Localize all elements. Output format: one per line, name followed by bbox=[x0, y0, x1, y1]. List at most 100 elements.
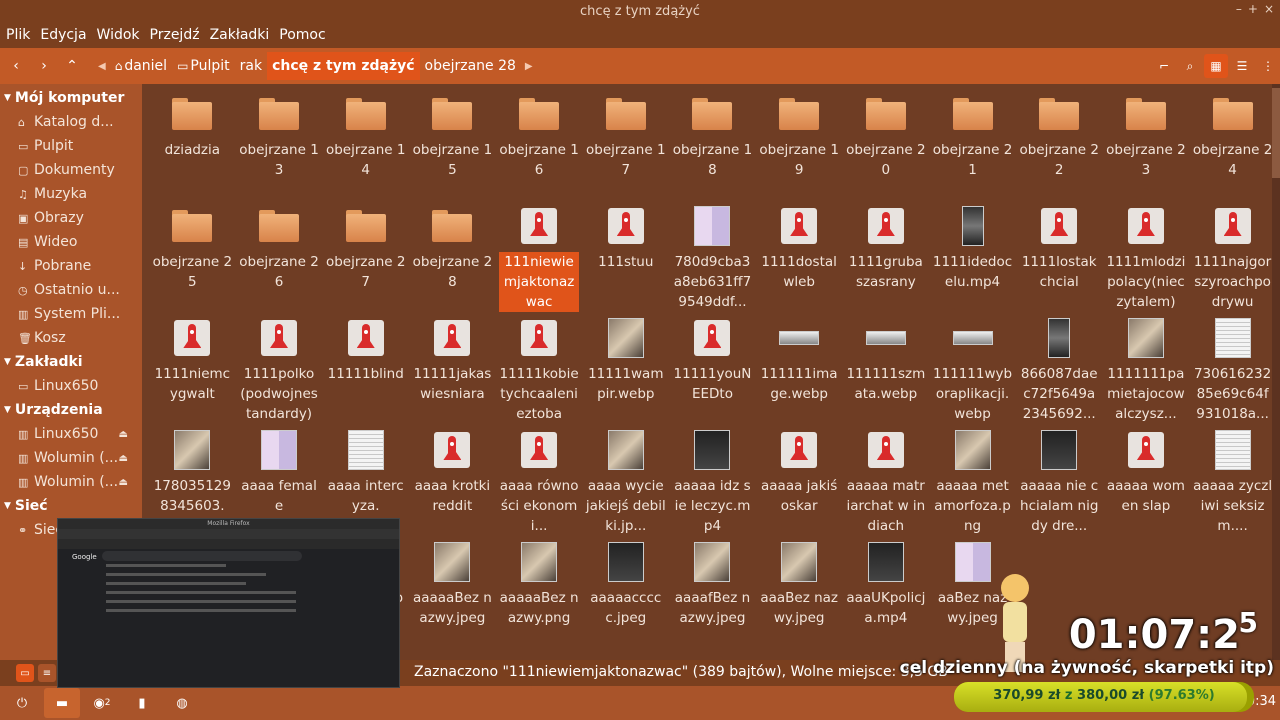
file-item[interactable]: 1111mlodzipolacy(nieczytalem) bbox=[1103, 202, 1190, 314]
file-item[interactable]: 111111image.webp bbox=[756, 314, 843, 426]
location-toggle-button[interactable]: ⌐ bbox=[1152, 54, 1176, 78]
sidebar-item-documents[interactable]: ▢ Dokumenty bbox=[0, 158, 142, 182]
folder-item[interactable]: obejrzane 17 bbox=[582, 90, 669, 202]
menu-button[interactable]: ⏻ bbox=[4, 688, 40, 718]
file-item[interactable]: aaaaa nie chcialam nigdy dre... bbox=[1016, 426, 1103, 538]
icon-view-button[interactable]: ▦ bbox=[1204, 54, 1228, 78]
menu-bookmarks[interactable]: Zakładki bbox=[210, 27, 270, 43]
file-item[interactable]: aaaBez nazwy.jpeg bbox=[756, 538, 843, 650]
breadcrumb-home[interactable]: ⌂ daniel bbox=[110, 52, 172, 80]
folder-item[interactable]: obejrzane 27 bbox=[322, 202, 409, 314]
file-item[interactable]: aaaa równości ekonomi... bbox=[496, 426, 583, 538]
sidebar-section-network[interactable]: ▼ Sieć bbox=[0, 494, 142, 518]
menu-help[interactable]: Pomoc bbox=[279, 27, 325, 43]
taskbar-obs[interactable]: ◍ bbox=[164, 688, 200, 718]
file-item[interactable]: 1111najgorszyroachpodrywu bbox=[1189, 202, 1276, 314]
forward-button[interactable]: › bbox=[32, 54, 56, 78]
file-item[interactable]: 1111niemcygwalt bbox=[149, 314, 236, 426]
file-item[interactable]: 11111youNEEDto bbox=[669, 314, 756, 426]
sidebar-item-downloads[interactable]: ↓ Pobrane bbox=[0, 254, 142, 278]
folder-item[interactable]: obejrzane 26 bbox=[236, 202, 323, 314]
sidebar-item-home[interactable]: ⌂ Katalog d... bbox=[0, 110, 142, 134]
file-item[interactable]: aaaaa zyczliwi seksizm.... bbox=[1189, 426, 1276, 538]
file-item[interactable]: 73061623285e69c64f931018a... bbox=[1189, 314, 1276, 426]
sidebar-item-device-linux650[interactable]: ▥ Linux650 ⏏ bbox=[0, 422, 142, 446]
sidebar-item-desktop[interactable]: ▭ Pulpit bbox=[0, 134, 142, 158]
sidebar-item-filesystem[interactable]: ▥ System Pli... bbox=[0, 302, 142, 326]
file-item[interactable]: aaaa wycie jakiejś debilki.jp... bbox=[582, 426, 669, 538]
folder-item[interactable]: obejrzane 16 bbox=[496, 90, 583, 202]
folder-item[interactable]: dziadzia bbox=[149, 90, 236, 202]
up-button[interactable]: ⌃ bbox=[60, 54, 84, 78]
breadcrumb-next[interactable]: obejrzane 28 bbox=[420, 52, 521, 80]
places-toggle-button[interactable]: ▭ bbox=[16, 664, 34, 682]
sidebar-section-computer[interactable]: ▼ Mój komputer bbox=[0, 86, 142, 110]
file-item[interactable]: 11111jakaswiesniara bbox=[409, 314, 496, 426]
eject-icon[interactable]: ⏏ bbox=[119, 477, 128, 488]
file-item[interactable]: 111111szmata.webp bbox=[843, 314, 930, 426]
file-item[interactable]: aaaaa idz sie leczyc.mp4 bbox=[669, 426, 756, 538]
back-button[interactable]: ‹ bbox=[4, 54, 28, 78]
sidebar-item-bookmark-linux650[interactable]: ▭ Linux650 bbox=[0, 374, 142, 398]
sidebar-item-pictures[interactable]: ▣ Obrazy bbox=[0, 206, 142, 230]
file-item[interactable]: 1111dostalwleb bbox=[756, 202, 843, 314]
menu-go[interactable]: Przejdź bbox=[150, 27, 200, 43]
file-item[interactable]: 866087daec72f5649a2345692... bbox=[1016, 314, 1103, 426]
minimize-button[interactable]: – bbox=[1236, 2, 1242, 16]
scrollbar[interactable] bbox=[1272, 84, 1280, 660]
search-button[interactable]: ⌕ bbox=[1178, 54, 1202, 78]
sidebar-item-videos[interactable]: ▤ Wideo bbox=[0, 230, 142, 254]
eject-icon[interactable]: ⏏ bbox=[119, 453, 128, 464]
file-item[interactable]: 11111blind bbox=[322, 314, 409, 426]
folder-item[interactable]: obejrzane 25 bbox=[149, 202, 236, 314]
folder-item[interactable]: obejrzane 20 bbox=[843, 90, 930, 202]
breadcrumb-current[interactable]: chcę z tym zdążyć bbox=[267, 52, 420, 80]
sidebar-item-recent[interactable]: ◷ Ostatnio u... bbox=[0, 278, 142, 302]
file-item[interactable]: 111stuu bbox=[582, 202, 669, 314]
file-item[interactable]: 11111kobietychcaalenieztoba bbox=[496, 314, 583, 426]
folder-item[interactable]: obejrzane 23 bbox=[1103, 90, 1190, 202]
file-item[interactable]: aaaaa metamorfoza.png bbox=[929, 426, 1016, 538]
sidebar-item-volume-2[interactable]: ▥ Wolumin (... ⏏ bbox=[0, 470, 142, 494]
file-item[interactable]: aaaaaBez nazwy.png bbox=[496, 538, 583, 650]
folder-item[interactable]: obejrzane 15 bbox=[409, 90, 496, 202]
sidebar-item-volume-1[interactable]: ▥ Wolumin (... ⏏ bbox=[0, 446, 142, 470]
sidebar-item-trash[interactable]: 🗑 Kosz bbox=[0, 326, 142, 350]
file-item[interactable]: aaaUKpolicja.mp4 bbox=[843, 538, 930, 650]
file-item[interactable]: 1111idedocelu.mp4 bbox=[929, 202, 1016, 314]
file-item[interactable]: aaaaa women slap bbox=[1103, 426, 1190, 538]
folder-item[interactable]: obejrzane 22 bbox=[1016, 90, 1103, 202]
folder-item[interactable]: obejrzane 21 bbox=[929, 90, 1016, 202]
folder-item[interactable]: obejrzane 18 bbox=[669, 90, 756, 202]
menu-file[interactable]: Plik bbox=[6, 27, 30, 43]
file-item[interactable]: aaaafBez nazwy.jpeg bbox=[669, 538, 756, 650]
file-item[interactable]: aaaa krotki reddit bbox=[409, 426, 496, 538]
file-item[interactable]: 111niewiemjaktonazwac bbox=[496, 202, 583, 314]
breadcrumb-rak[interactable]: rak bbox=[235, 52, 267, 80]
file-item[interactable]: 1111grubaszasrany bbox=[843, 202, 930, 314]
file-item[interactable]: 780d9cba3a8eb631ff79549ddf... bbox=[669, 202, 756, 314]
menu-view[interactable]: Widok bbox=[97, 27, 140, 43]
file-item[interactable]: aaaaaBez nazwy.jpeg bbox=[409, 538, 496, 650]
tree-toggle-button[interactable]: ≡ bbox=[38, 664, 56, 682]
file-item[interactable]: 1111lostakchcial bbox=[1016, 202, 1103, 314]
file-item[interactable]: 1111111pamietajocowalczysz... bbox=[1103, 314, 1190, 426]
close-button[interactable]: × bbox=[1264, 2, 1274, 16]
file-item[interactable]: 11111wampir.webp bbox=[582, 314, 669, 426]
file-item[interactable]: aaaaa jakiś oskar bbox=[756, 426, 843, 538]
folder-item[interactable]: obejrzane 19 bbox=[756, 90, 843, 202]
maximize-button[interactable]: + bbox=[1248, 2, 1258, 16]
folder-item[interactable]: obejrzane 13 bbox=[236, 90, 323, 202]
folder-item[interactable]: obejrzane 24 bbox=[1189, 90, 1276, 202]
sidebar-section-bookmarks[interactable]: ▼ Zakładki bbox=[0, 350, 142, 374]
taskbar-terminal[interactable]: ▮ bbox=[124, 688, 160, 718]
file-item[interactable]: 111111wyboraplikacji.webp bbox=[929, 314, 1016, 426]
eject-icon[interactable]: ⏏ bbox=[119, 429, 128, 440]
folder-item[interactable]: obejrzane 28 bbox=[409, 202, 496, 314]
breadcrumb-desktop[interactable]: ▭ Pulpit bbox=[172, 52, 235, 80]
sidebar-section-devices[interactable]: ▼ Urządzenia bbox=[0, 398, 142, 422]
file-item[interactable]: aaaaaccccc.jpeg bbox=[582, 538, 669, 650]
taskbar-firefox[interactable]: ◉ 2 bbox=[84, 688, 120, 718]
file-item[interactable]: 1111polko(podwojnestandardy) bbox=[236, 314, 323, 426]
window-preview[interactable]: Mozilla Firefox Google bbox=[57, 518, 400, 688]
